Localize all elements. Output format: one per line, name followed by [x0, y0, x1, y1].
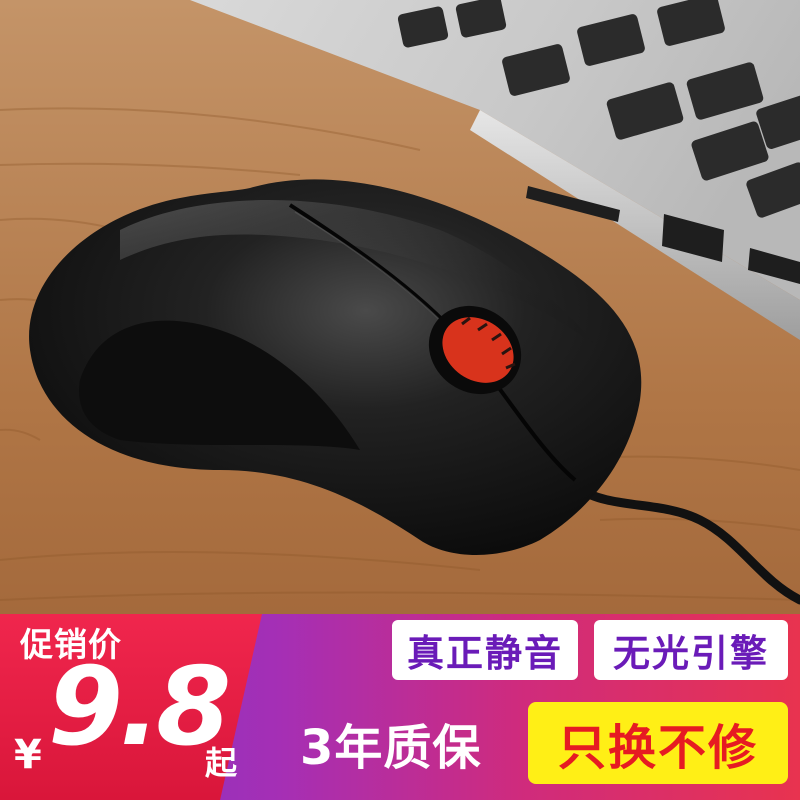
feature-silent-tag: 真正静音: [392, 620, 578, 680]
currency-symbol: ¥: [14, 732, 42, 778]
price-suffix: 起: [205, 744, 238, 782]
feature-engine-tag: 无光引擎: [594, 620, 788, 680]
price-value: 9.8: [48, 645, 231, 770]
exchange-badge: 只换不修: [528, 702, 788, 784]
warranty-text: 3年质保: [300, 720, 482, 776]
